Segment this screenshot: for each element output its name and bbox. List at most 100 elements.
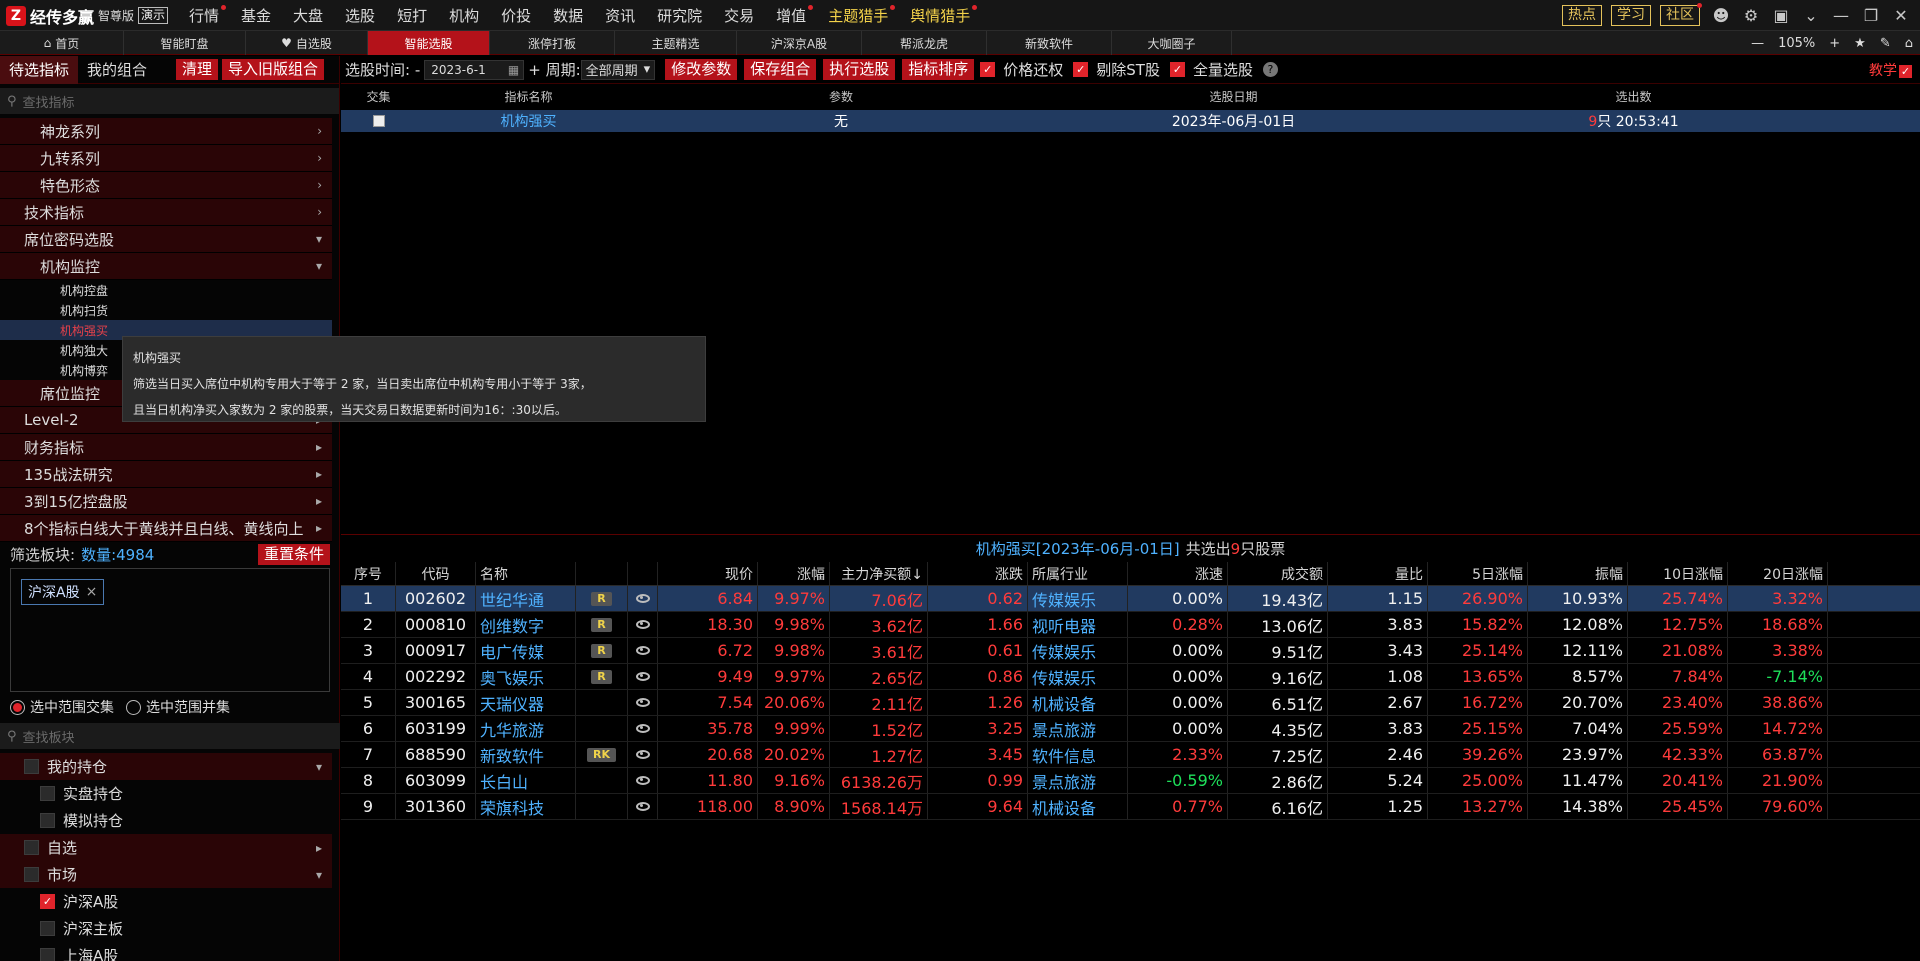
window-layout-icon[interactable]: ▣ [1766,0,1796,31]
cell-eye[interactable] [628,716,658,741]
date-input[interactable]: 2023-6-1 ▦ [424,59,525,80]
tab-8[interactable]: 新致软件 [987,31,1112,55]
board-search-input[interactable]: ⚲ 查找板块 [0,723,340,749]
cell-eye[interactable] [628,664,658,689]
column-header-code[interactable]: 代码 [396,562,476,585]
tree-leaf-0[interactable]: 机构控盘 [0,280,332,300]
cell-industry[interactable]: 传媒娱乐 [1028,586,1128,611]
column-header-eye[interactable] [628,562,658,585]
menu-item-0[interactable]: 行情 [178,0,230,31]
menu-item-1[interactable]: 基金 [230,0,282,31]
menu-item-5[interactable]: 机构 [438,0,490,31]
board-item-6[interactable]: 沪深主板 [0,915,332,942]
cell-eye[interactable] [628,742,658,767]
save-combo-button[interactable]: 保存组合 [744,59,817,80]
zoom-in-icon[interactable]: + [1822,36,1847,51]
user-icon[interactable]: ☻ [1706,0,1736,31]
modify-params-button[interactable]: 修改参数 [665,59,738,80]
table-row[interactable]: 1 002602 世纪华通 R 6.84 9.97% 7.06亿 0.62 传媒娱乐 0.00% 1… [341,586,1920,612]
cell-name[interactable]: 荣旗科技 [476,794,576,819]
community-button[interactable]: 社区 [1660,3,1702,26]
reset-filter-button[interactable]: 重置条件 [257,543,330,565]
tab-5[interactable]: 主题精选 [615,31,737,55]
cell-industry[interactable]: 软件信息 [1028,742,1128,767]
cell-name[interactable]: 世纪华通 [476,586,576,611]
menu-item-6[interactable]: 价投 [490,0,542,31]
tab-3[interactable]: 智能选股 [368,31,490,55]
column-header-badge[interactable] [576,562,628,585]
cell-name[interactable]: 新致软件 [476,742,576,767]
cell-name[interactable]: 奥飞娱乐 [476,664,576,689]
tab-my-combos[interactable]: 我的组合 [78,56,156,84]
column-header-chg[interactable]: 涨幅 [758,562,830,585]
column-header-net[interactable]: 主力净买额↓ [830,562,928,585]
menu-item-13[interactable]: 舆情猎手 [899,0,981,31]
cell-eye[interactable] [628,690,658,715]
menu-item-2[interactable]: 大盘 [282,0,334,31]
column-header-price[interactable]: 现价 [658,562,758,585]
board-item-7[interactable]: 上海A股 [0,942,332,961]
tree-item-1[interactable]: 九转系列 › [0,145,332,172]
board-item-1[interactable]: 实盘持仓 [0,780,332,807]
indicator-sort-button[interactable]: 指标排序 [902,59,975,80]
table-row[interactable]: 9 301360 荣旗科技 118.00 8.90% 1568.14万 9.64 机械设备 0.… [341,794,1920,820]
tree-item-bottom-4[interactable]: 3到15亿控盘股 ▸ [0,488,332,515]
table-row[interactable]: 5 300165 天瑞仪器 7.54 20.06% 2.11亿 1.26 机械设备 0.00% 6… [341,690,1920,716]
exclude-st-checkbox[interactable]: ✓ 剔除ST股 [1073,59,1160,80]
cell-eye[interactable] [628,794,658,819]
minimize-icon[interactable]: — [1826,0,1856,31]
strategy-row[interactable]: 机构强买 无 2023年-06月-01日 9只 20:53:41 [341,110,1920,132]
menu-item-4[interactable]: 短打 [386,0,438,31]
checkbox-icon[interactable] [24,840,39,855]
strategy-name[interactable]: 机构强买 [416,111,641,131]
cell-industry[interactable]: 景点旅游 [1028,768,1128,793]
board-item-0[interactable]: 我的持仓 ▾ [0,753,332,780]
column-header-d20[interactable]: 20日涨幅 [1728,562,1828,585]
intersect-checkbox[interactable] [341,115,416,127]
import-old-combo-button[interactable]: 导入旧版组合 [222,59,325,80]
menu-item-12[interactable]: 主题猎手 [817,0,899,31]
tree-leaf-1[interactable]: 机构扫货 [0,300,332,320]
column-header-d5[interactable]: 5日涨幅 [1428,562,1528,585]
cell-name[interactable]: 电广传媒 [476,638,576,663]
board-item-3[interactable]: 自选 ▸ [0,834,332,861]
demo-badge[interactable]: 演示 [138,7,169,24]
full-selection-checkbox[interactable]: ✓ 全量选股 [1169,59,1253,80]
tab-1[interactable]: 智能盯盘 [124,31,246,55]
table-row[interactable]: 4 002292 奥飞娱乐 R 9.49 9.97% 2.65亿 0.86 传媒娱乐 0.00% 9… [341,664,1920,690]
teach-link[interactable]: 教学 ✓ [1869,60,1912,80]
hot-button[interactable]: 热点 [1562,5,1602,26]
column-header-d10[interactable]: 10日涨幅 [1628,562,1728,585]
cell-eye[interactable] [628,612,658,637]
menu-item-11[interactable]: 增值 [765,0,817,31]
table-row[interactable]: 2 000810 创维数字 R 18.30 9.98% 3.62亿 1.66 视听电器 0.28%… [341,612,1920,638]
column-header-industry[interactable]: 所属行业 [1028,562,1128,585]
checkbox-icon[interactable] [24,759,39,774]
tab-4[interactable]: 涨停打板 [490,31,615,55]
table-row[interactable]: 6 603199 九华旅游 35.78 9.99% 1.52亿 3.25 景点旅游 0.00% 4… [341,716,1920,742]
tab-2[interactable]: ♥ 自选股 [246,31,368,55]
checkbox-icon[interactable] [40,948,55,961]
menu-item-7[interactable]: 数据 [542,0,594,31]
tab-pending-indicators[interactable]: 待选指标 [0,55,79,84]
menu-item-9[interactable]: 研究院 [646,0,713,31]
tab-7[interactable]: 帮派龙虎 [862,31,987,55]
cell-name[interactable]: 九华旅游 [476,716,576,741]
run-selection-button[interactable]: 执行选股 [823,59,896,80]
restore-icon[interactable]: ❐ [1856,0,1886,31]
table-row[interactable]: 8 603099 长白山 11.80 9.16% 6138.26万 0.99 景点旅游 -0.5… [341,768,1920,794]
checkbox-icon[interactable] [40,813,55,828]
cell-industry[interactable]: 机械设备 [1028,794,1128,819]
cell-eye[interactable] [628,638,658,663]
table-row[interactable]: 7 688590 新致软件 RK 20.68 20.02% 1.27亿 3.45 软件信息 2.3… [341,742,1920,768]
checkbox-icon[interactable] [40,921,55,936]
tree-item-5[interactable]: 机构监控 ▾ [0,253,332,280]
radio-intersect[interactable]: 选中范围交集 [10,697,114,717]
chevron-down-icon[interactable]: ⌄ [1796,0,1826,31]
price-adjust-checkbox[interactable]: ✓ 价格还权 [980,59,1063,80]
radio-union[interactable]: 选中范围并集 [126,697,230,717]
calendar-icon[interactable]: ▦ [508,63,519,77]
cell-industry[interactable]: 机械设备 [1028,690,1128,715]
tree-item-bottom-2[interactable]: 财务指标 ▸ [0,434,332,461]
cell-industry[interactable]: 景点旅游 [1028,716,1128,741]
